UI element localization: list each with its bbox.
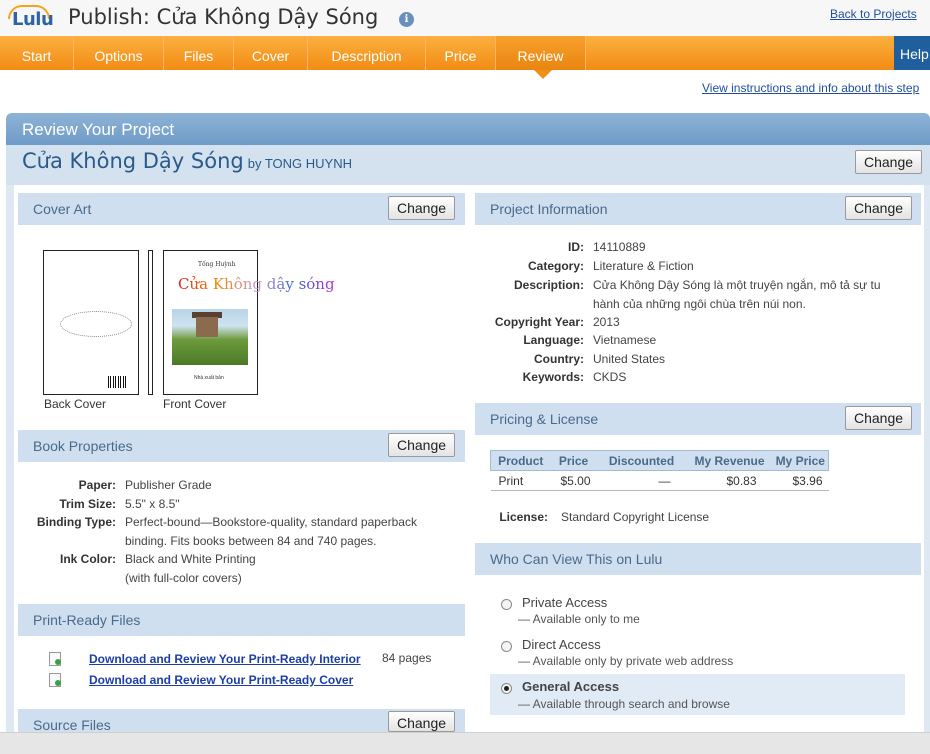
info-value: United States: [593, 352, 666, 366]
tab-options[interactable]: Options: [74, 36, 164, 70]
front-cover-publisher: Nhà xuất bản: [194, 375, 224, 381]
property-value: Perfect-bound—Bookstore-quality, standar…: [125, 515, 417, 548]
front-cover-caption: Front Cover: [163, 397, 227, 411]
project-author: by TONG HUYNH: [247, 156, 352, 171]
info-value: 2013: [593, 315, 620, 329]
review-heading: Review Your Project: [6, 113, 930, 145]
back-to-projects-link[interactable]: Back to Projects: [830, 7, 930, 21]
change-book-properties-button[interactable]: Change: [388, 433, 456, 457]
info-value: CKDS: [593, 370, 627, 384]
change-pricing-button[interactable]: Change: [845, 406, 913, 430]
property-label: Binding Type:: [36, 515, 116, 529]
logo-text: Lulu: [12, 9, 54, 30]
info-label: Category:: [527, 259, 584, 273]
page-title: Publish: Cửa Không Dậy Sóng: [68, 5, 379, 29]
col-product: Product: [490, 450, 551, 471]
change-source-files-button[interactable]: Change: [388, 711, 456, 732]
print-ready-heading: Print-Ready Files: [18, 604, 465, 636]
change-cover-button[interactable]: Change: [388, 196, 456, 220]
property-label: Trim Size:: [59, 497, 116, 511]
license-label: License:: [499, 510, 548, 524]
info-value: 14110889: [593, 240, 646, 254]
barcode-icon: [108, 376, 128, 388]
direct-access-desc: — Available only by private web address: [518, 654, 734, 668]
wizard-nav: Start Options Files Cover Description Pr…: [0, 36, 930, 70]
col-price: Price: [550, 450, 597, 471]
back-cover-caption: Back Cover: [44, 397, 107, 411]
col-discounted: Discounted: [596, 450, 687, 471]
file-download-icon: [49, 673, 61, 687]
project-header: Cửa Không Dậy Sóng by TONG HUYNH: [6, 145, 930, 185]
tab-review[interactable]: Review: [496, 36, 586, 70]
property-value: Black and White Printing (with full-colo…: [125, 552, 256, 585]
info-label: Country:: [534, 352, 584, 366]
project-title-text: Cửa Không Dậy Sóng: [22, 149, 244, 173]
back-cover-text-oval: [60, 311, 132, 337]
cell-my-price: $3.96: [772, 470, 829, 491]
info-label: Description:: [513, 278, 584, 292]
info-label: Keywords:: [522, 370, 584, 384]
front-cover-author: Tống Huỳnh: [198, 261, 236, 268]
back-cover-thumbnail[interactable]: [43, 250, 139, 395]
pagoda-icon: [196, 317, 218, 337]
col-my-price: My Price: [772, 450, 829, 471]
tab-start[interactable]: Start: [0, 36, 74, 70]
direct-access-title[interactable]: Direct Access: [522, 637, 601, 652]
cell-price: $5.00: [550, 470, 597, 491]
project-title: Cửa Không Dậy Sóng by TONG HUYNH: [22, 149, 352, 173]
table-row: Print $5.00 — $0.83 $3.96: [490, 470, 829, 491]
property-label: Ink Color:: [60, 552, 116, 566]
change-title-button[interactable]: Change: [855, 150, 923, 174]
instructions-link[interactable]: View instructions and info about this st…: [702, 81, 930, 95]
file-download-icon: [49, 652, 61, 666]
help-tab[interactable]: Help: [894, 36, 930, 70]
access-heading: Who Can View This on Lulu: [475, 543, 921, 575]
cell-product: Print: [490, 470, 551, 491]
spine-thumbnail: [148, 250, 153, 395]
direct-access-radio[interactable]: [501, 641, 512, 652]
info-value: Vietnamese: [593, 333, 657, 347]
private-access-desc: — Available only to me: [518, 612, 640, 626]
property-value: 5.5" x 8.5": [125, 497, 180, 511]
property-value: Publisher Grade: [125, 478, 212, 492]
info-icon[interactable]: i: [399, 12, 414, 27]
col-my-revenue: My Revenue: [686, 450, 773, 471]
cell-my-revenue: $0.83: [686, 470, 773, 491]
pricing-table: Product Price Discounted My Revenue My P…: [490, 450, 829, 491]
info-value: Literature & Fiction: [593, 259, 694, 273]
pricing-header-row: Product Price Discounted My Revenue My P…: [490, 450, 829, 471]
interior-page-count: 84 pages: [382, 651, 432, 665]
bottom-scroll-bar[interactable]: [0, 732, 930, 754]
active-tab-arrow-icon: [534, 70, 552, 79]
download-cover-link[interactable]: Download and Review Your Print-Ready Cov…: [89, 673, 353, 687]
cell-discounted: —: [596, 470, 687, 491]
tab-cover[interactable]: Cover: [234, 36, 308, 70]
general-access-title[interactable]: General Access: [522, 679, 619, 694]
lulu-logo[interactable]: Lulu: [8, 5, 60, 33]
info-value: Cửa Không Dậy Sóng là một truyện ngắn, m…: [593, 278, 881, 311]
info-label: ID:: [568, 240, 584, 254]
private-access-radio[interactable]: [501, 599, 512, 610]
info-label: Language:: [523, 333, 584, 347]
top-bar: Lulu Publish: Cửa Không Dậy Sóng i Back …: [0, 0, 930, 36]
info-label: Copyright Year:: [494, 315, 584, 329]
tab-files[interactable]: Files: [164, 36, 234, 70]
general-access-desc: — Available through search and browse: [518, 697, 730, 711]
tab-description[interactable]: Description: [308, 36, 426, 70]
general-access-radio[interactable]: [501, 683, 512, 694]
change-project-info-button[interactable]: Change: [845, 196, 913, 220]
license-value: Standard Copyright License: [561, 510, 710, 524]
tab-price[interactable]: Price: [426, 36, 496, 70]
property-label: Paper:: [78, 478, 116, 492]
front-cover-title: Cửa Không dậy sóng: [178, 275, 335, 293]
front-cover-thumbnail[interactable]: Tống Huỳnh Cửa Không dậy sóng Nhà xuất b…: [163, 250, 335, 395]
private-access-title[interactable]: Private Access: [522, 595, 607, 610]
download-interior-link[interactable]: Download and Review Your Print-Ready Int…: [89, 652, 361, 666]
